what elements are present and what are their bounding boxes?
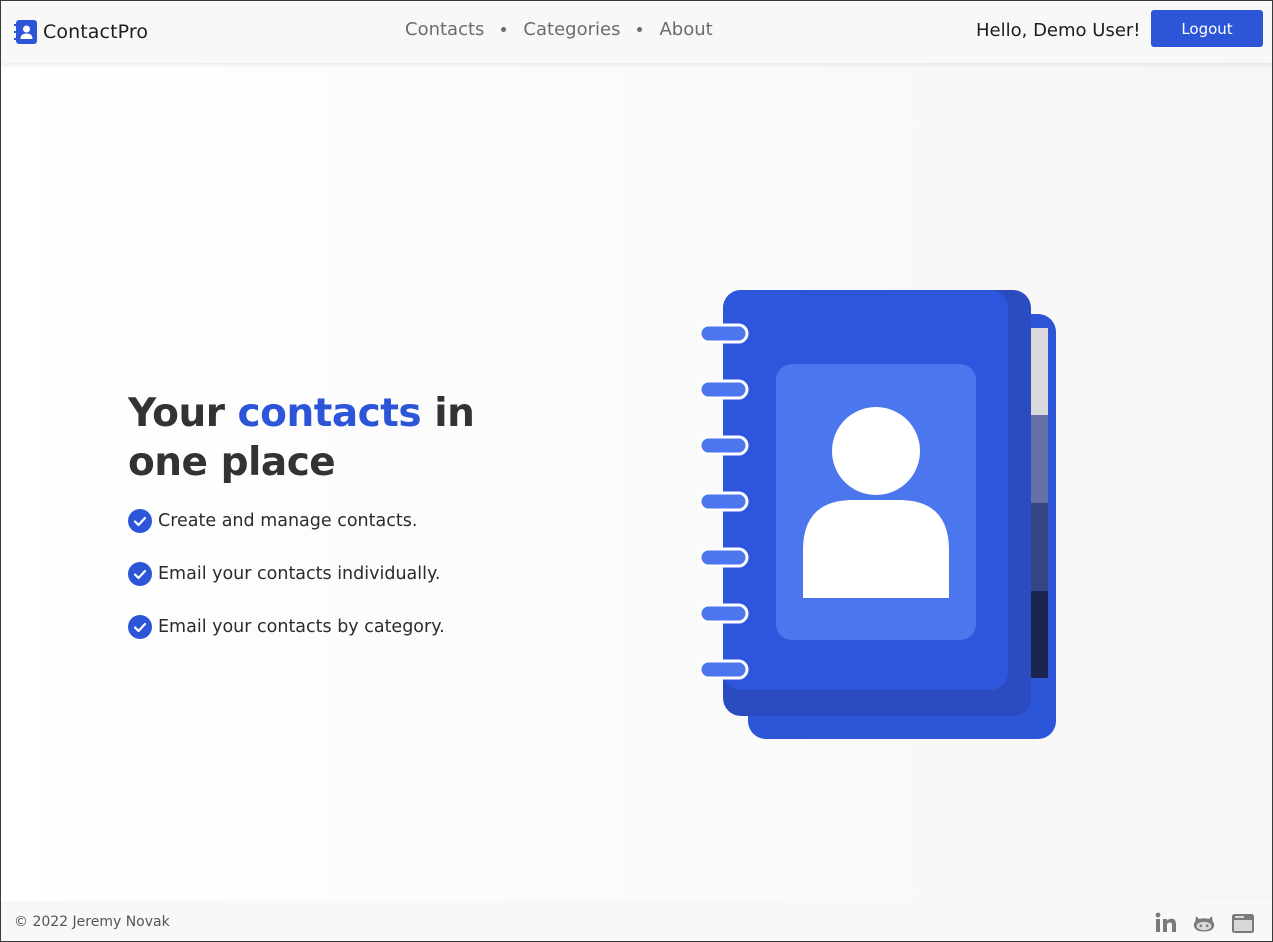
user-greeting: Hello, Demo User!: [976, 20, 1141, 41]
nav-separator: [501, 27, 507, 32]
github-icon[interactable]: [1192, 911, 1216, 935]
nav-link-about[interactable]: About: [659, 19, 712, 40]
hero-title-accent: contacts: [237, 391, 422, 436]
check-circle-icon: [128, 615, 152, 639]
brand-link[interactable]: ContactPro: [14, 20, 148, 44]
check-circle-icon: [128, 562, 152, 586]
portfolio-icon[interactable]: [1231, 911, 1255, 935]
nav-links: Contacts Categories About: [405, 19, 713, 40]
nav-link-contacts[interactable]: Contacts: [405, 19, 484, 40]
copyright-text: © 2022 Jeremy Novak: [14, 914, 170, 930]
hero-title-part1: Your: [128, 391, 238, 436]
feature-item: Email your contacts by category.: [128, 614, 445, 640]
feature-text: Email your contacts individually.: [158, 564, 441, 584]
feature-text: Create and manage contacts.: [158, 511, 418, 531]
logout-button[interactable]: Logout: [1151, 10, 1263, 47]
feature-item: Email your contacts individually.: [128, 561, 445, 587]
address-book-illustration: [696, 288, 1061, 743]
check-circle-icon: [128, 509, 152, 533]
linkedin-icon[interactable]: [1154, 911, 1178, 935]
brand-name: ContactPro: [43, 21, 149, 43]
nav-separator: [637, 27, 643, 32]
nav-link-categories[interactable]: Categories: [523, 19, 620, 40]
feature-item: Create and manage contacts.: [128, 508, 445, 534]
feature-text: Email your contacts by category.: [158, 617, 445, 637]
address-book-icon: [698, 290, 1056, 739]
app-window: ContactPro Contacts Categories About Hel…: [0, 0, 1273, 942]
feature-list: Create and manage contacts. Email your c…: [128, 508, 445, 667]
contact-book-icon: [14, 20, 37, 44]
hero-title: Your contacts in one place: [128, 389, 548, 487]
main-content: Your contacts in one place Create and ma…: [1, 63, 1272, 901]
navbar: ContactPro Contacts Categories About Hel…: [1, 1, 1272, 63]
footer: © 2022 Jeremy Novak: [1, 901, 1272, 941]
